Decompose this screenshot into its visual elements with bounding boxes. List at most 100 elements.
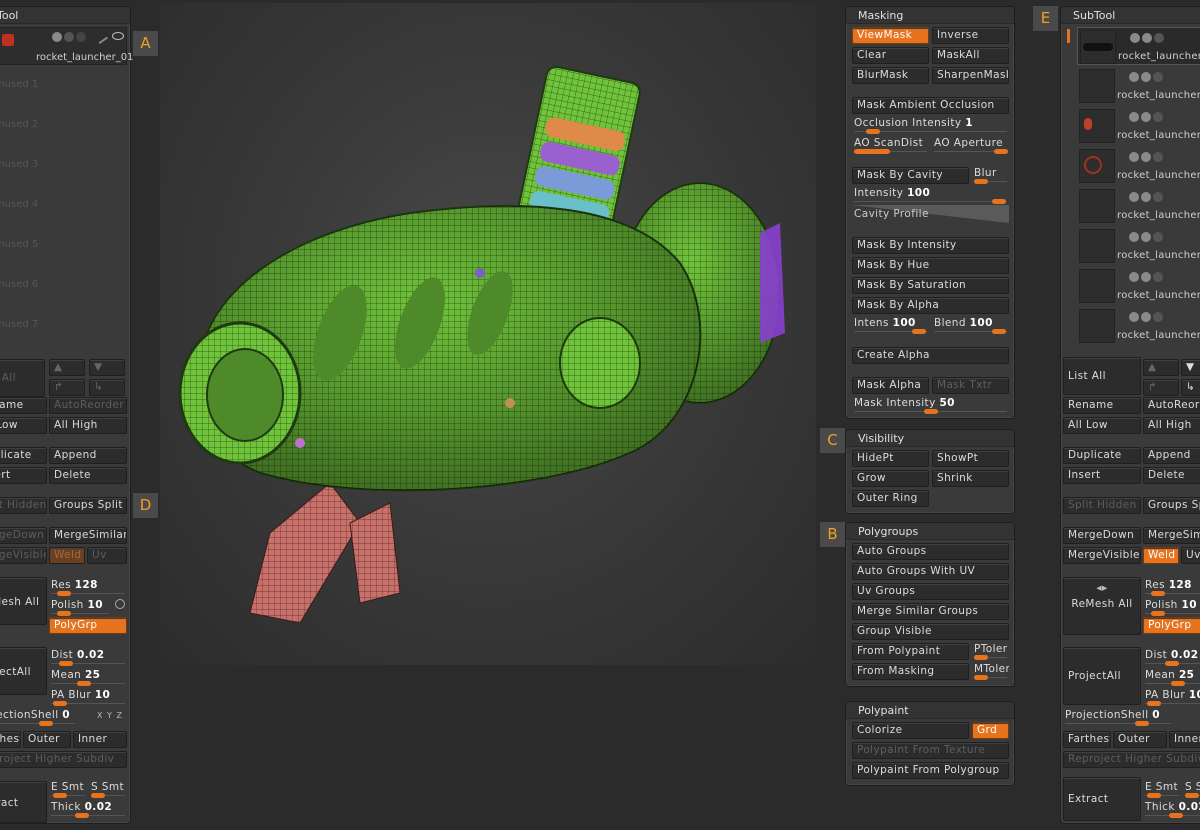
merge-similar-button[interactable]: MergeSimilar [49, 527, 127, 544]
ao-scandist-slider[interactable]: AO ScanDist [852, 137, 929, 154]
subtool-item[interactable]: rocket_launcher_07 [1077, 227, 1200, 265]
subtool-mean-slider[interactable]: Mean 25 [1143, 669, 1200, 686]
subtool-move-up-button[interactable]: ▲ [1143, 359, 1179, 376]
subtool-merge-visible-button[interactable]: MergeVisible [1063, 547, 1141, 564]
sharpenmask-button[interactable]: SharpenMask [932, 67, 1009, 84]
cavity-intensity-slider[interactable]: Intensity 100 [852, 187, 1009, 204]
e-smt-slider[interactable]: E Smt [49, 781, 87, 798]
subtool-outer-button[interactable]: Outer [1113, 731, 1167, 748]
occlusion-intensity-slider[interactable]: Occlusion Intensity 1 [852, 117, 1009, 134]
showpt-button[interactable]: ShowPt [932, 450, 1009, 467]
uv-button[interactable]: Uv [87, 547, 127, 564]
grd-button[interactable]: Grd [972, 722, 1009, 739]
subtool-item[interactable]: rocket_launcher_11 [1077, 67, 1200, 105]
subtool-visibility-dots[interactable] [1129, 192, 1189, 202]
create-alpha-button[interactable]: Create Alpha [852, 347, 1009, 364]
colorize-button[interactable]: Colorize [852, 722, 969, 739]
list-all-button[interactable]: List All [0, 359, 45, 397]
ptoler-slider[interactable]: PToler [972, 643, 1009, 660]
autoreorder-button[interactable]: AutoReorder [49, 397, 127, 414]
weld-button[interactable]: Weld [49, 547, 85, 564]
alpha-blend-slider[interactable]: Blend 100 [932, 317, 1009, 334]
subtool-list-all-button[interactable]: List All [1063, 357, 1141, 395]
unused-slot-6[interactable]: Unused 6 [0, 279, 38, 290]
move-bottom-button[interactable]: ↳ [89, 379, 125, 396]
subtool-item[interactable]: rocket_launcher_05 [1077, 307, 1200, 345]
inverse-button[interactable]: Inverse [932, 27, 1009, 44]
subtool-move-top-button[interactable]: ↱ [1143, 379, 1179, 396]
subtool-split-hidden-button[interactable]: Split Hidden [1063, 497, 1141, 514]
mtoler-slider[interactable]: MToler [972, 663, 1009, 680]
shrink-button[interactable]: Shrink [932, 470, 1009, 487]
mask-ambient-occlusion-button[interactable]: Mask Ambient Occlusion [852, 97, 1009, 114]
polygrp-button[interactable]: PolyGrp [49, 617, 127, 634]
subtool-extract-button[interactable]: Extract [1063, 777, 1141, 821]
mask-by-cavity-button[interactable]: Mask By Cavity [852, 167, 969, 184]
subtool-weld-button[interactable]: Weld [1143, 547, 1179, 564]
subtool-item[interactable]: rocket_launcher_04 [1077, 27, 1200, 65]
farthest-button[interactable]: Farthest [0, 731, 21, 748]
subtool-inner-button[interactable]: Inner [1169, 731, 1200, 748]
xyz-axis-toggle[interactable]: X Y Z [97, 711, 123, 720]
ao-aperture-slider[interactable]: AO Aperture [932, 137, 1009, 154]
subtool-polygrp-button[interactable]: PolyGrp [1143, 617, 1200, 634]
dist-slider[interactable]: Dist 0.02 [49, 649, 127, 666]
subtool-rename-button[interactable]: Rename [1063, 397, 1141, 414]
blurmask-button[interactable]: BlurMask [852, 67, 929, 84]
subtool-reproject-higher-subdiv-button[interactable]: Reproject Higher Subdiv [1063, 751, 1200, 768]
all-high-button[interactable]: All High [49, 417, 127, 434]
append-button[interactable]: Append [49, 447, 127, 464]
subtool-remesh-all-button[interactable]: ◂▸ ReMesh All [1063, 577, 1141, 635]
subtool-insert-button[interactable]: Insert [1063, 467, 1141, 484]
cavity-profile-curve[interactable]: Cavity Profile [852, 205, 1009, 223]
split-hidden-button[interactable]: Split Hidden [0, 497, 47, 514]
subtool-all-low-button[interactable]: All Low [1063, 417, 1141, 434]
subtool-autoreorder-button[interactable]: AutoReorder [1143, 397, 1200, 414]
unused-slot-2[interactable]: Unused 2 [0, 119, 38, 130]
subtool-merge-similar-button[interactable]: MergeSimilar [1143, 527, 1200, 544]
move-up-button[interactable]: ▲ [49, 359, 85, 376]
project-all-button[interactable]: ProjectAll [0, 647, 47, 695]
remesh-all-button[interactable]: ReMesh All [0, 577, 47, 625]
from-polypaint-button[interactable]: From Polypaint [852, 643, 969, 660]
viewmask-button[interactable]: ViewMask [852, 27, 929, 44]
merge-similar-groups-button[interactable]: Merge Similar Groups [852, 603, 1009, 620]
subtool-res-slider[interactable]: Res 128 [1143, 579, 1200, 596]
merge-down-button[interactable]: MergeDown [0, 527, 47, 544]
subtool-dist-slider[interactable]: Dist 0.02 [1143, 649, 1200, 666]
subtool-append-button[interactable]: Append [1143, 447, 1200, 464]
subtool-thick-slider[interactable]: Thick 0.02 [1143, 801, 1200, 818]
group-visible-button[interactable]: Group Visible [852, 623, 1009, 640]
subtool-visibility-dots[interactable] [1129, 72, 1189, 82]
polish-circle-icon[interactable] [115, 599, 125, 609]
res-slider[interactable]: Res 128 [49, 579, 127, 596]
hidept-button[interactable]: HidePt [852, 450, 929, 467]
s-smt-slider[interactable]: S Smt [89, 781, 127, 798]
polypaint-from-polygroup-button[interactable]: Polypaint From Polygroup [852, 762, 1009, 779]
unused-slot-1[interactable]: Unused 1 [0, 79, 38, 90]
subtool-delete-button[interactable]: Delete [1143, 467, 1200, 484]
merge-visible-button[interactable]: MergeVisible [0, 547, 47, 564]
all-low-button[interactable]: All Low [0, 417, 47, 434]
subtool-e-smt-slider[interactable]: E Smt [1143, 781, 1181, 798]
reproject-higher-subdiv-button[interactable]: Reproject Higher Subdiv [0, 751, 127, 768]
mask-alpha-button[interactable]: Mask Alpha [852, 377, 929, 394]
subtool-visibility-dots[interactable] [1129, 112, 1189, 122]
polish-slider[interactable]: Polish 10 [49, 599, 111, 616]
subtool-item[interactable]: rocket_launcher_10 [1077, 107, 1200, 145]
eye-icon[interactable] [112, 32, 124, 40]
pablur-slider[interactable]: PA Blur 10 [49, 689, 127, 706]
subtool-farthest-button[interactable]: Farthest [1063, 731, 1111, 748]
cavity-blur-slider[interactable]: Blur [972, 167, 1009, 184]
thick-slider[interactable]: Thick 0.02 [49, 801, 127, 818]
subtool-pablur-slider[interactable]: PA Blur 10 [1143, 689, 1200, 706]
mask-by-alpha-button[interactable]: Mask By Alpha [852, 297, 1009, 314]
mask-by-saturation-button[interactable]: Mask By Saturation [852, 277, 1009, 294]
subtool-groups-split-button[interactable]: Groups Split [1143, 497, 1200, 514]
rename-button[interactable]: Rename [0, 397, 47, 414]
groups-split-button[interactable]: Groups Split [49, 497, 127, 514]
delete-button[interactable]: Delete [49, 467, 127, 484]
mask-intensity-slider[interactable]: Mask Intensity 50 [852, 397, 1009, 414]
uv-groups-button[interactable]: Uv Groups [852, 583, 1009, 600]
polypaint-from-texture-button[interactable]: Polypaint From Texture [852, 742, 1009, 759]
